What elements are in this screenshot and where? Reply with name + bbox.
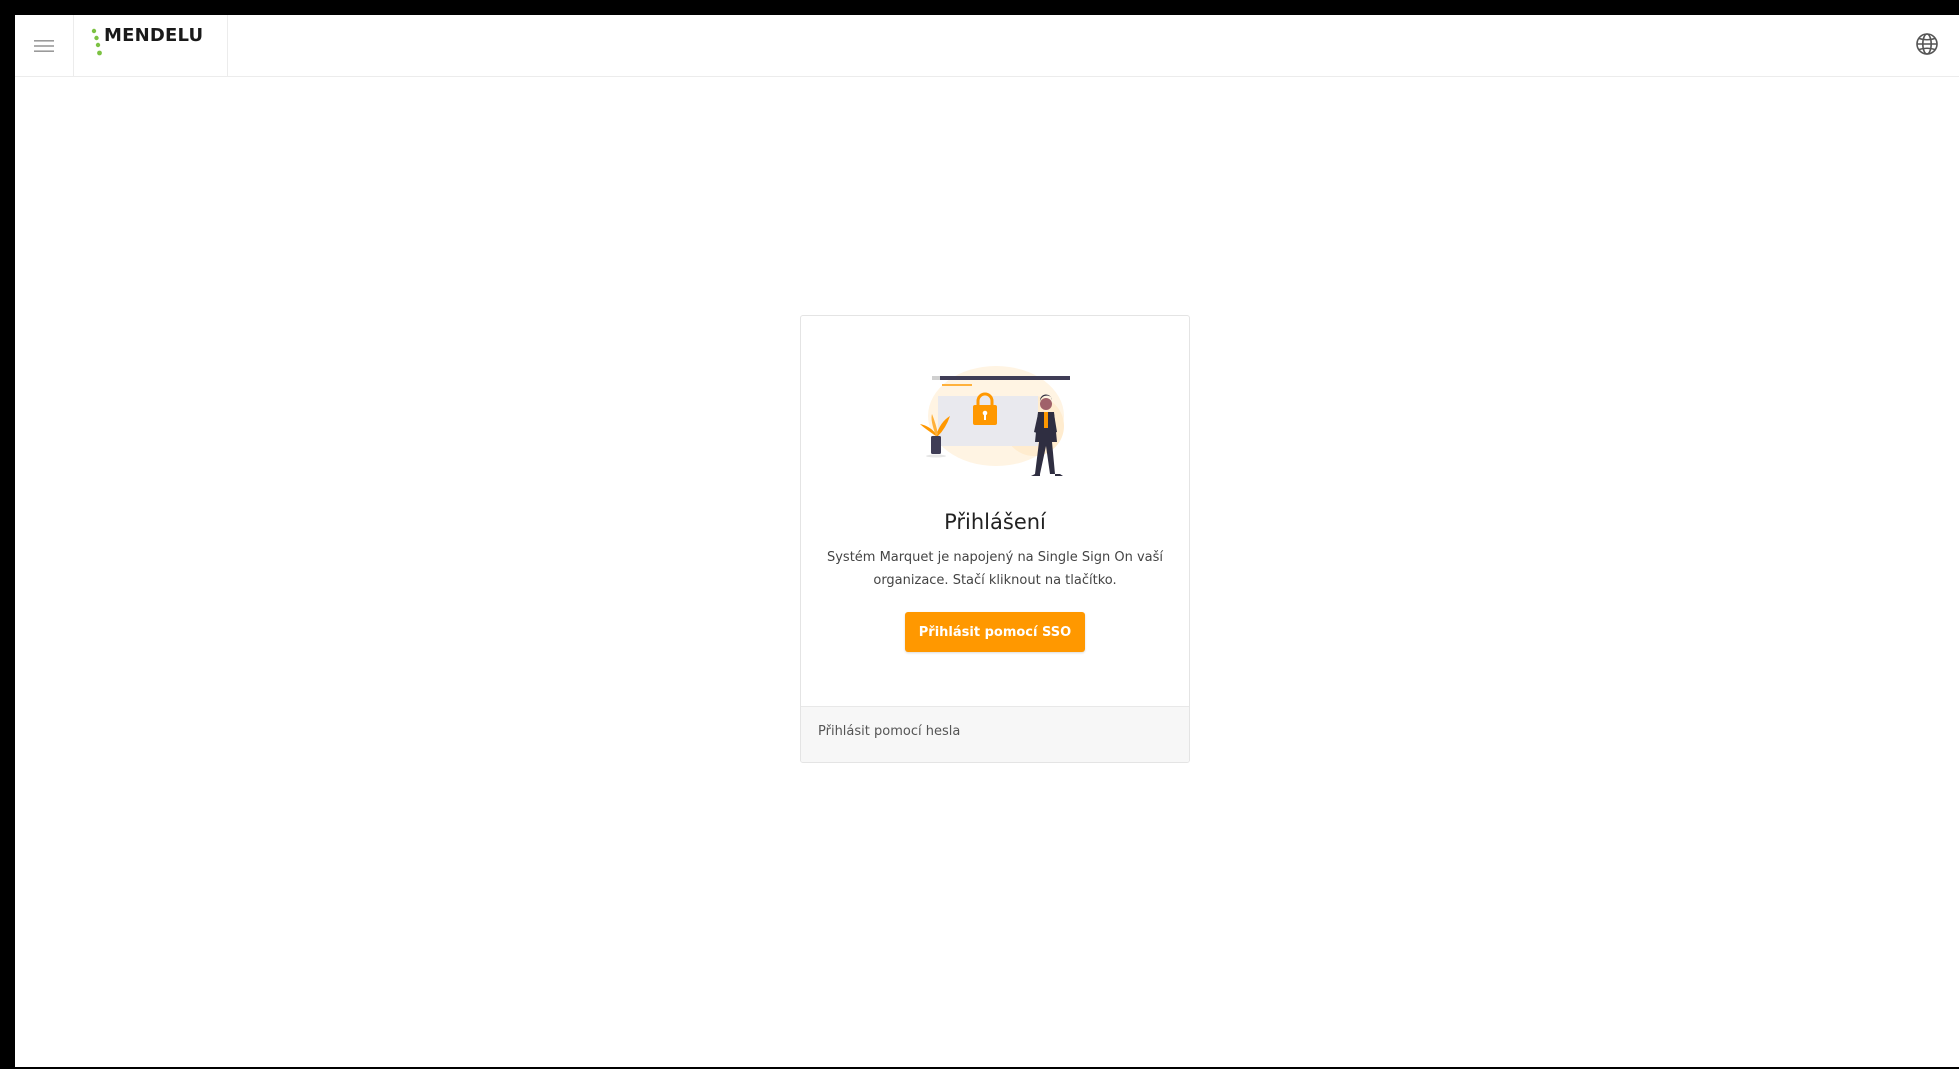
login-card-body: Přihlášení Systém Marquet je napojený na… <box>801 316 1189 706</box>
sso-login-button[interactable]: Přihlásit pomocí SSO <box>905 612 1085 652</box>
secure-login-illustration <box>920 366 1070 476</box>
hamburger-menu-icon <box>34 39 54 52</box>
menu-button[interactable] <box>15 15 74 76</box>
login-description: Systém Marquet je napojený na Single Sig… <box>826 550 1164 588</box>
login-title: Přihlášení <box>944 510 1046 534</box>
globe-icon <box>1916 33 1938 55</box>
top-bar: MENDELU <box>15 15 1959 77</box>
login-card: Přihlášení Systém Marquet je napojený na… <box>800 315 1190 763</box>
language-button[interactable] <box>1915 32 1941 58</box>
logo-text: MENDELU <box>104 25 204 46</box>
login-card-footer: Přihlásit pomocí hesla <box>801 706 1189 762</box>
app-window: MENDELU Přihlášení Systém Marquet je nap… <box>15 15 1959 1067</box>
logo[interactable]: MENDELU <box>74 15 228 76</box>
password-login-link[interactable]: Přihlásit pomocí hesla <box>818 724 960 739</box>
